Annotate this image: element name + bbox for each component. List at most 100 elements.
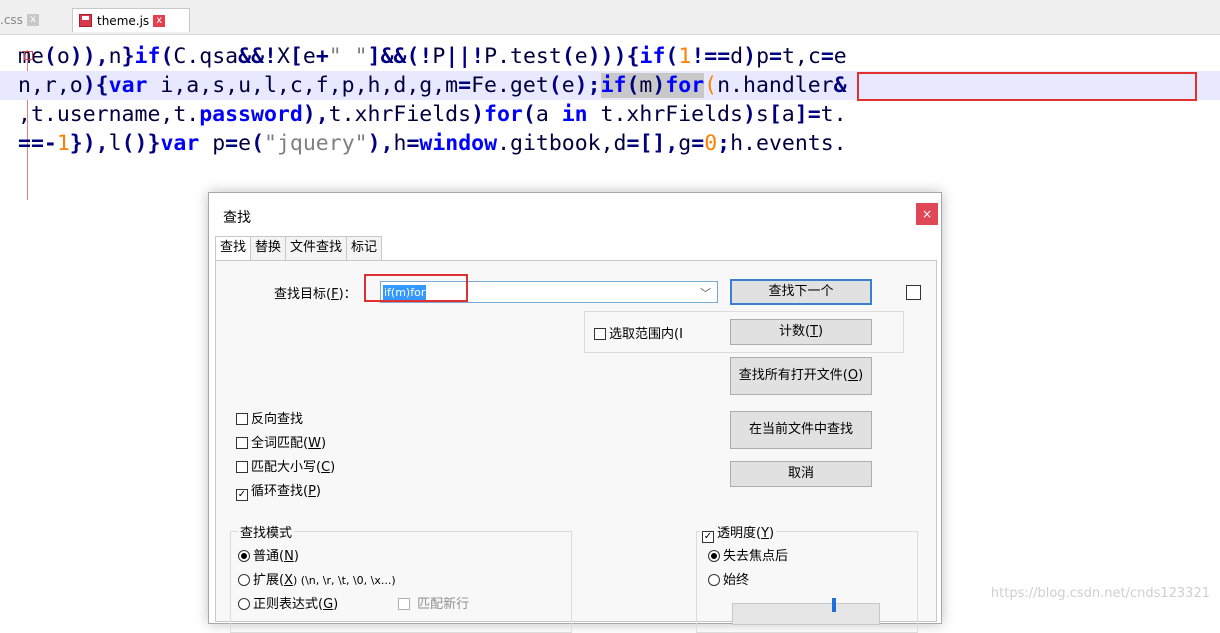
highlight-box bbox=[364, 274, 468, 302]
code-token: ||! bbox=[445, 44, 485, 69]
cancel-button[interactable]: 取消 bbox=[730, 461, 872, 487]
code-token: & bbox=[833, 73, 847, 98]
mode-normal-option[interactable]: 普通(N) bbox=[238, 545, 299, 564]
code-token: Fe.get bbox=[471, 73, 549, 98]
slider-thumb[interactable] bbox=[832, 598, 836, 612]
tab-css-label: .css bbox=[0, 13, 23, 27]
code-token: )), bbox=[69, 44, 109, 69]
code-token: ) bbox=[743, 44, 757, 69]
watermark: https://blog.csdn.net/cnds123321 bbox=[990, 586, 1210, 601]
code-token: password bbox=[199, 102, 303, 127]
in-selection-checkbox[interactable] bbox=[594, 328, 606, 340]
code-token: ( bbox=[251, 131, 265, 156]
tab-mark[interactable]: 标记 bbox=[346, 236, 383, 260]
match-newline-option[interactable]: 匹配新行 bbox=[398, 593, 469, 612]
transparency-option[interactable]: ✓ 透明度(Y) bbox=[700, 522, 777, 543]
option-whole-word[interactable]: 全词匹配(W) bbox=[236, 432, 326, 451]
tab-find-in-files[interactable]: 文件查找 bbox=[285, 236, 348, 260]
tab-theme-js-label: theme.js bbox=[97, 13, 150, 28]
code-token: ,t.username,t. bbox=[18, 102, 200, 127]
code-token: h.events. bbox=[730, 131, 847, 156]
tab-css-file[interactable]: .css x bbox=[0, 8, 70, 32]
find-in-current-file-button[interactable]: 在当前文件中查找 bbox=[730, 411, 872, 449]
tab-replace[interactable]: 替换 bbox=[250, 236, 287, 260]
close-icon[interactable]: x bbox=[26, 14, 39, 26]
option-backward[interactable]: 反向查找 bbox=[236, 408, 303, 427]
code-token: ( bbox=[43, 44, 57, 69]
code-token: ))){ bbox=[587, 44, 640, 69]
close-icon[interactable]: × bbox=[916, 203, 938, 225]
tab-find[interactable]: 查找 bbox=[215, 236, 252, 262]
code-token: ( bbox=[665, 44, 679, 69]
code-token: }), bbox=[69, 131, 109, 156]
tab-theme-js[interactable]: theme.js x bbox=[72, 8, 190, 32]
find-all-open-files-button[interactable]: 查找所有打开文件(O) bbox=[730, 357, 872, 395]
option-wrap-around[interactable]: ✓ 循环查找(P) bbox=[236, 480, 321, 501]
chevron-down-icon[interactable]: ﹀ bbox=[700, 285, 711, 301]
code-token: ; bbox=[717, 131, 731, 156]
find-target-label: 查找目标(F)： bbox=[274, 287, 357, 302]
code-token: ( bbox=[548, 73, 562, 98]
code-token: = bbox=[458, 73, 472, 98]
extended-radio[interactable] bbox=[238, 574, 250, 586]
code-token: = bbox=[406, 131, 420, 156]
option-match-case[interactable]: 匹配大小写(C) bbox=[236, 456, 335, 475]
find-next-checkbox[interactable] bbox=[906, 285, 921, 300]
wrap-around-checkbox[interactable]: ✓ bbox=[236, 489, 248, 501]
code-token: n.handler bbox=[717, 73, 834, 98]
always-radio[interactable] bbox=[708, 574, 720, 586]
code-token: X bbox=[276, 44, 290, 69]
code-token: d bbox=[730, 44, 744, 69]
code-token: 0 bbox=[704, 131, 718, 156]
code-token: n,r,o bbox=[18, 73, 83, 98]
code-token: ( bbox=[561, 44, 575, 69]
code-token: if bbox=[639, 44, 666, 69]
code-token: n bbox=[108, 44, 122, 69]
code-token: ( bbox=[704, 73, 718, 98]
code-line[interactable]: me(o)),n}if(C.qsa&&!X[e+" "]&&(!P||!P.te… bbox=[0, 42, 1220, 71]
transparency-checkbox[interactable]: ✓ bbox=[702, 531, 714, 543]
code-token: C.qsa bbox=[173, 44, 239, 69]
always-option[interactable]: 始终 bbox=[708, 569, 749, 588]
code-line[interactable]: ==-1}),l()}var p=e("jquery"),h=window.gi… bbox=[0, 129, 1220, 158]
in-selection-option[interactable]: 选取范围内(I bbox=[594, 323, 683, 342]
whole-word-checkbox[interactable] bbox=[236, 437, 248, 449]
match-case-checkbox[interactable] bbox=[236, 461, 248, 473]
find-dialog: 查找 × 查找 替换 文件查找 标记 查找目标(F)： if(m)for ﹀ 查… bbox=[208, 192, 942, 633]
normal-radio[interactable] bbox=[238, 550, 250, 562]
code-token: p bbox=[199, 131, 226, 156]
code-token: ]&&(! bbox=[367, 44, 433, 69]
code-token: e bbox=[833, 44, 847, 69]
code-token: var bbox=[108, 73, 148, 98]
code-line[interactable]: ,t.username,t.password),t.xhrFields)for(… bbox=[0, 100, 1220, 129]
code-token: h bbox=[393, 131, 407, 156]
code-token: [ bbox=[768, 102, 782, 127]
code-token: if bbox=[600, 73, 627, 98]
code-token: [ bbox=[289, 44, 303, 69]
code-token: p bbox=[756, 44, 770, 69]
backward-checkbox[interactable] bbox=[236, 413, 248, 425]
code-token: 1 bbox=[56, 131, 70, 156]
regex-radio[interactable] bbox=[238, 598, 250, 610]
code-token: ), bbox=[367, 131, 394, 156]
code-token: if bbox=[134, 44, 161, 69]
code-token: o bbox=[56, 44, 70, 69]
transparency-slider[interactable] bbox=[732, 598, 880, 625]
code-token: = bbox=[691, 131, 705, 156]
code-token: .gitbook,d bbox=[497, 131, 627, 156]
code-token: var bbox=[160, 131, 200, 156]
mode-regex-option[interactable]: 正则表达式(G) bbox=[238, 593, 338, 612]
on-lose-focus-option[interactable]: 失去焦点后 bbox=[708, 545, 788, 564]
code-token: ()} bbox=[121, 131, 161, 156]
code-token: l bbox=[108, 131, 122, 156]
code-token: =[], bbox=[626, 131, 679, 156]
code-token: e bbox=[561, 73, 575, 98]
mode-extended-option[interactable]: 扩展(X) (\n, \r, \t, \0, \x...) bbox=[238, 569, 396, 588]
count-button[interactable]: 计数(T) bbox=[730, 319, 872, 345]
match-newline-checkbox[interactable] bbox=[398, 598, 410, 610]
dialog-tabs: 查找 替换 文件查找 标记 bbox=[215, 236, 383, 262]
close-icon[interactable]: x bbox=[153, 14, 166, 27]
fold-icon[interactable] bbox=[24, 51, 33, 60]
find-next-button[interactable]: 查找下一个 bbox=[730, 279, 872, 305]
on-lose-focus-radio[interactable] bbox=[708, 550, 720, 562]
